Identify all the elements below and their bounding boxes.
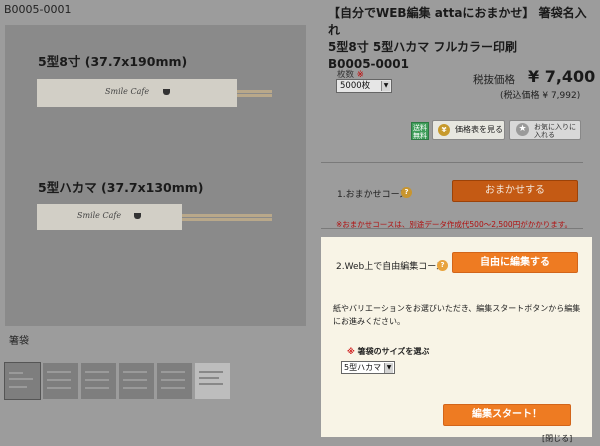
thumbnail-strip xyxy=(4,362,230,400)
star-icon: ★ xyxy=(516,123,529,136)
thumbnail-line xyxy=(161,387,185,389)
thumbnail-line xyxy=(85,387,109,389)
edit-start-button[interactable]: 編集スタート！ xyxy=(443,404,571,426)
product-title-line: 【自分でWEB編集 attaにおまかせ】 箸袋名入れ xyxy=(328,6,587,37)
required-mark: ※ xyxy=(347,347,355,356)
product-main-image xyxy=(5,25,306,326)
thumbnail[interactable] xyxy=(81,363,116,399)
size-select-label-text: 箸袋のサイズを選ぶ xyxy=(357,347,430,356)
thumbnail-line xyxy=(85,371,109,373)
quantity-select[interactable]: 5000枚 ▼ xyxy=(336,79,392,93)
product-title-line: 5型8寸 5型ハカマ フルカラー印刷 xyxy=(328,40,518,54)
add-favorite-button[interactable]: ★ お気に入りに 入れる xyxy=(509,120,581,140)
thumbnail-line xyxy=(47,387,71,389)
help-icon[interactable]: ? xyxy=(401,187,412,198)
course1-label: 1.おまかせコース xyxy=(337,190,409,200)
yen-icon: ¥ xyxy=(438,124,450,136)
favorite-label-line1: お気に入りに xyxy=(534,123,576,131)
size-select-label: ※ 箸袋のサイズを選ぶ xyxy=(347,346,429,357)
chopstick xyxy=(172,218,272,221)
thumbnail[interactable] xyxy=(195,363,230,399)
thumbnail-line xyxy=(9,378,33,380)
thumbnail-line xyxy=(47,379,71,381)
favorite-label-line2: 入れる xyxy=(534,131,555,139)
coffee-cup-icon xyxy=(134,213,141,219)
thumbnail-line xyxy=(199,371,223,373)
chevron-down-icon: ▼ xyxy=(381,81,390,91)
course2-label: 2.Web上で自由編集コース xyxy=(336,262,445,272)
price-table-button[interactable]: ¥ 価格表を見る xyxy=(432,120,505,140)
thumbnail-line xyxy=(123,371,147,373)
cafe-logo-text: Smile Cafe xyxy=(105,87,150,96)
free-shipping-badge: 送料無料 xyxy=(411,122,429,140)
thumbnail-line xyxy=(9,372,23,374)
chopstick xyxy=(172,214,272,217)
image-caption: 箸袋 xyxy=(9,336,29,347)
thumbnail-line xyxy=(199,377,219,379)
price-tax-included: (税込価格 ¥ 7,992) xyxy=(500,91,581,101)
product-code-top: B0005-0001 xyxy=(4,3,72,16)
thumbnail-line xyxy=(123,379,147,381)
chopstick-sleeve-hakama: Smile Cafe xyxy=(37,204,272,230)
thumbnail[interactable] xyxy=(43,363,78,399)
size-label-hakama: 5型ハカマ (37.7x130mm) xyxy=(38,180,204,195)
help-icon[interactable]: ? xyxy=(437,260,448,271)
thumbnail-line xyxy=(123,387,147,389)
price-label: 税抜価格 xyxy=(473,74,515,86)
close-link[interactable]: [閉じる] xyxy=(542,433,572,444)
quantity-selected-value: 5000枚 xyxy=(340,81,371,91)
product-title: 【自分でWEB編集 attaにおまかせ】 箸袋名入れ 5型8寸 5型ハカマ フル… xyxy=(328,5,594,73)
price-value: ¥ 7,400 xyxy=(528,67,596,86)
free-edit-button[interactable]: 自由に編集する xyxy=(452,252,578,273)
omakase-button[interactable]: おまかせする xyxy=(452,180,578,202)
coffee-cup-icon xyxy=(163,89,170,95)
thumbnail-line xyxy=(9,386,27,388)
thumbnail-line xyxy=(199,383,223,385)
thumbnail-line xyxy=(85,379,109,381)
size-label-8sun: 5型8寸 (37.7x190mm) xyxy=(38,54,188,69)
cafe-logo-text: Smile Cafe xyxy=(77,211,122,220)
thumbnail-line xyxy=(161,379,185,381)
thumbnail[interactable] xyxy=(119,363,154,399)
thumbnail[interactable] xyxy=(4,362,41,400)
price-table-button-label: 価格表を見る xyxy=(455,125,503,134)
divider xyxy=(321,228,583,229)
thumbnail[interactable] xyxy=(157,363,192,399)
edit-instructions: 紙やバリエーションをお選びいただき、編集スタートボタンから編集にお進みください。 xyxy=(333,304,581,326)
thumbnail-line xyxy=(161,371,185,373)
divider xyxy=(321,162,583,163)
chevron-down-icon: ▼ xyxy=(384,363,393,373)
size-selected-value: 5型ハカマ xyxy=(344,363,382,372)
thumbnail-line xyxy=(47,371,71,373)
size-select[interactable]: 5型ハカマ ▼ xyxy=(341,361,395,374)
chopstick-sleeve-8sun: Smile Cafe xyxy=(37,79,272,107)
